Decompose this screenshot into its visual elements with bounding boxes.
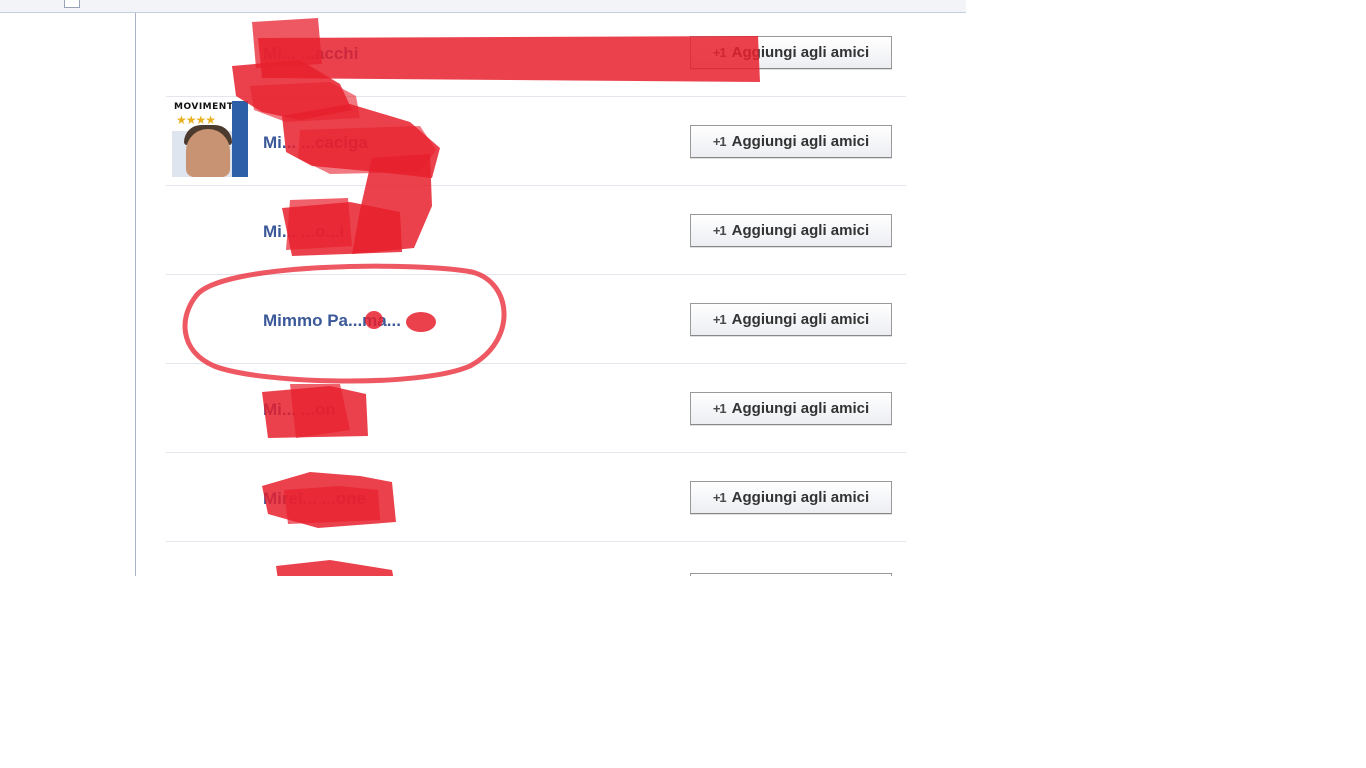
- add-friend-icon: +1: [712, 312, 727, 327]
- add-friend-button-label: Aggiungi agli amici: [731, 133, 870, 150]
- add-friend-button[interactable]: +1 Aggiungi agli amici: [690, 481, 892, 514]
- add-friend-icon: +1: [712, 490, 727, 505]
- friend-list: Mi... ...acchi +1 Aggiungi agli amici MO…: [166, 8, 906, 576]
- add-friend-button[interactable]: +1 Aggiungi agli amici: [690, 125, 892, 158]
- add-friend-button[interactable]: [690, 573, 892, 576]
- friend-suggestions-viewport: Mi... ...acchi +1 Aggiungi agli amici MO…: [0, 0, 966, 576]
- friend-name-link[interactable]: Mi... ...on: [263, 400, 336, 420]
- add-friend-button-label: Aggiungi agli amici: [731, 311, 870, 328]
- add-friend-icon: +1: [712, 223, 727, 238]
- friend-row: [166, 542, 906, 576]
- friend-row: MOVIMENT ★★★★ Mi... ...caciga +1 Aggiung…: [166, 97, 906, 186]
- friend-row: Mimmo Pa...ma... +1 Aggiungi agli amici: [166, 275, 906, 364]
- toolbar-checkbox[interactable]: [64, 0, 80, 8]
- add-friend-button[interactable]: +1 Aggiungi agli amici: [690, 303, 892, 336]
- add-friend-button[interactable]: +1 Aggiungi agli amici: [690, 214, 892, 247]
- profile-avatar[interactable]: MOVIMENT ★★★★: [172, 101, 248, 177]
- add-friend-icon: +1: [712, 134, 727, 149]
- add-friend-button[interactable]: +1 Aggiungi agli amici: [690, 392, 892, 425]
- add-friend-button-label: Aggiungi agli amici: [731, 222, 870, 239]
- friend-name-link[interactable]: Mi... ...caciga: [263, 133, 368, 153]
- add-friend-button-label: Aggiungi agli amici: [731, 489, 870, 506]
- add-friend-icon: +1: [712, 401, 727, 416]
- friend-row: Mi... ...o...i +1 Aggiungi agli amici: [166, 186, 906, 275]
- friend-row: Mi... ...on +1 Aggiungi agli amici: [166, 364, 906, 453]
- friend-row: Mi... ...acchi +1 Aggiungi agli amici: [166, 8, 906, 97]
- avatar-face: [186, 129, 230, 177]
- friend-name-link[interactable]: Mirel... ...one: [263, 489, 366, 509]
- friend-name-link[interactable]: Mi... ...o...i: [263, 222, 344, 242]
- friend-name-link[interactable]: Mimmo Pa...ma...: [263, 311, 401, 331]
- add-friend-button-label: Aggiungi agli amici: [731, 400, 870, 417]
- friend-row: Mirel... ...one +1 Aggiungi agli amici: [166, 453, 906, 542]
- add-friend-icon: +1: [712, 45, 727, 60]
- friend-name-link[interactable]: Mi... ...acchi: [263, 44, 358, 64]
- avatar-blue-panel: [232, 101, 248, 177]
- avatar-banner-text: MOVIMENT: [174, 102, 234, 112]
- add-friend-button-label: Aggiungi agli amici: [731, 44, 870, 61]
- add-friend-button[interactable]: +1 Aggiungi agli amici: [690, 36, 892, 69]
- content-left-border: [135, 13, 136, 576]
